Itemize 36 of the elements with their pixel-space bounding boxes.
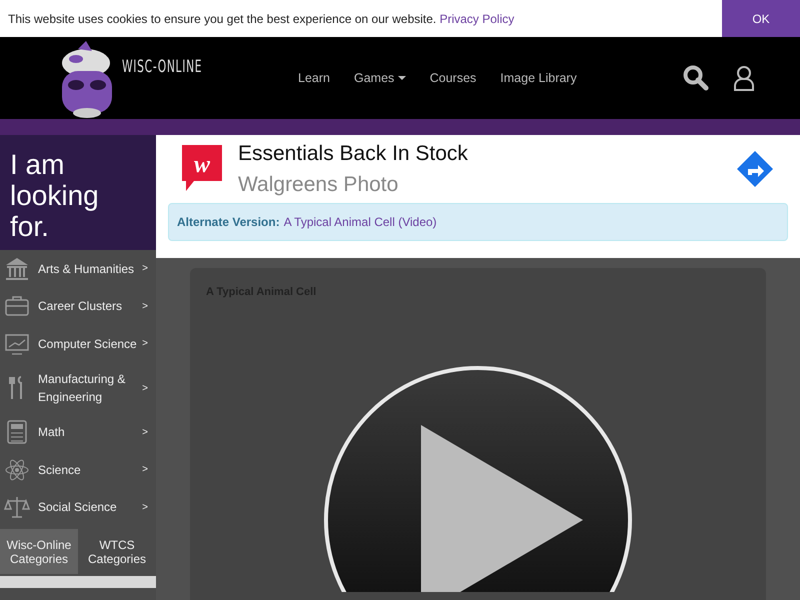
directions-icon[interactable] — [736, 150, 774, 188]
sidebar-item-label[interactable]: Science — [38, 460, 142, 479]
ad-advertiser[interactable]: Walgreens Photo — [238, 169, 736, 200]
building-icon — [4, 256, 30, 282]
chevron-icon: > — [142, 424, 148, 440]
chevron-icon: > — [142, 261, 148, 276]
nav-link[interactable]: Courses — [430, 68, 476, 88]
user-icon[interactable] — [733, 65, 755, 91]
nav-link[interactable]: Image Library — [500, 68, 577, 88]
sidebar-item-label[interactable]: Career Clusters — [38, 297, 142, 316]
nav-link[interactable]: Games — [354, 68, 406, 88]
sidebar-item-label[interactable]: Arts & Humanities — [38, 260, 142, 278]
chevron-icon: > — [142, 380, 148, 396]
sidebar-item-label[interactable]: Manufacturing & Engineering — [38, 370, 142, 406]
sidebar-item-label[interactable]: Computer Science — [38, 334, 142, 353]
sidebar-heading: I am looking for. — [0, 135, 156, 250]
chevron-icon: > — [142, 500, 148, 515]
ok-button[interactable]: OK — [722, 0, 800, 37]
scales-icon — [4, 494, 30, 520]
walgreens-logo-icon[interactable]: w — [182, 145, 222, 193]
sidebar-item-label[interactable]: Math — [38, 423, 142, 442]
alternate-version-link[interactable]: A Typical Animal Cell (Video) — [284, 213, 437, 231]
sidebar-item-label[interactable]: Social Science — [38, 498, 142, 516]
alternate-version-label: Alternate Version: — [177, 214, 280, 231]
search-icon[interactable] — [683, 65, 709, 91]
ad-headline[interactable]: Essentials Back In Stock — [238, 138, 736, 169]
chevron-icon: > — [142, 462, 148, 478]
nav-link[interactable]: Learn — [298, 68, 330, 88]
chevron-icon: > — [142, 298, 148, 314]
category-tab[interactable]: Wisc-Online Categories — [0, 529, 78, 574]
logo-letter: w — [194, 152, 210, 178]
chevron-icon: > — [142, 336, 148, 352]
privacy-policy-link[interactable]: Privacy Policy — [440, 12, 514, 26]
play-button[interactable] — [323, 364, 633, 592]
cookie-message: This website uses cookies to ensure you get the best experience on our website. Privacy Policy — [8, 10, 516, 28]
site-logo-text[interactable]: WISC-ONLINE — [122, 55, 202, 80]
